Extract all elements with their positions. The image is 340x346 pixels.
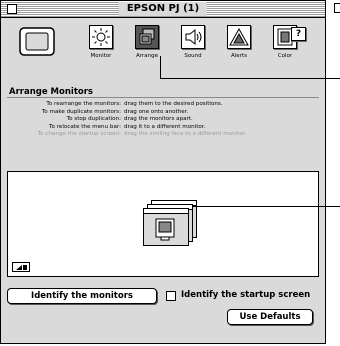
instruction-row-disabled: To change the startup screen: drag the s… bbox=[9, 131, 327, 139]
instruction-label: To rearrange the monitors: bbox=[46, 101, 121, 107]
window-title: EPSON PJ (1) bbox=[118, 2, 208, 16]
identify-monitors-button[interactable]: Identify the monitors bbox=[7, 288, 157, 304]
tool-monitor[interactable]: Monitor bbox=[81, 23, 121, 75]
control-panel-window: EPSON PJ (1) Monitor Arrange Sound Alert… bbox=[0, 0, 326, 344]
monitor-glyph-icon bbox=[155, 218, 175, 241]
instruction-row: To make duplicate monitors: drag one ont… bbox=[9, 109, 327, 117]
instruction-label: To stop duplication: bbox=[66, 116, 121, 122]
instruction-row: To stop duplication: drag the monitors a… bbox=[9, 116, 327, 124]
group-divider bbox=[7, 97, 319, 98]
tool-arrange-label: Arrange bbox=[136, 53, 158, 59]
alert-triangle-icon bbox=[227, 25, 251, 49]
callout-line-arrange-vertical bbox=[160, 56, 161, 78]
monitor-large-icon bbox=[19, 27, 55, 57]
zoom-box[interactable] bbox=[334, 3, 340, 13]
identify-startup-checkbox[interactable] bbox=[166, 291, 176, 301]
group-title: Arrange Monitors bbox=[9, 87, 93, 97]
monitor-arrangement-area[interactable] bbox=[7, 171, 319, 277]
help-button[interactable]: ? bbox=[291, 27, 306, 41]
instruction-text: drag it to a different monitor. bbox=[124, 123, 206, 130]
instruction-row: To rearrange the monitors: drag them to … bbox=[9, 101, 327, 109]
use-defaults-button[interactable]: Use Defaults bbox=[227, 309, 313, 325]
tool-arrange[interactable]: Arrange bbox=[127, 23, 167, 75]
identify-startup-label: Identify the startup screen bbox=[181, 290, 311, 300]
tool-sound[interactable]: Sound bbox=[173, 23, 213, 75]
instruction-text: drag the smiling face to a different mon… bbox=[124, 131, 247, 137]
menu-bar-handle[interactable] bbox=[12, 262, 30, 272]
tool-alerts-label: Alerts bbox=[231, 53, 247, 59]
instruction-label: To change the startup screen: bbox=[37, 131, 121, 137]
instruction-row: To relocate the menu bar: drag it to a d… bbox=[9, 124, 327, 132]
instruction-text: drag the monitors apart. bbox=[124, 116, 193, 122]
instruction-label: To make duplicate monitors: bbox=[41, 108, 121, 115]
arrange-icon bbox=[135, 25, 159, 49]
speaker-icon bbox=[181, 25, 205, 49]
tool-alerts[interactable]: Alerts bbox=[219, 23, 259, 75]
tool-sound-label: Sound bbox=[184, 53, 202, 59]
instructions: To rearrange the monitors: drag them to … bbox=[9, 101, 327, 139]
tool-monitor-label: Monitor bbox=[90, 53, 112, 59]
instruction-label: To relocate the menu bar: bbox=[49, 123, 121, 130]
monitor-thumbnail[interactable] bbox=[143, 208, 189, 246]
sun-icon bbox=[89, 25, 113, 49]
instruction-text: drag one onto another. bbox=[124, 108, 189, 115]
callout-line-arrange bbox=[160, 78, 340, 79]
tool-color-label: Color bbox=[277, 53, 293, 59]
instruction-text: drag them to the desired positions. bbox=[124, 101, 223, 107]
callout-line-monitor bbox=[192, 206, 340, 207]
close-box[interactable] bbox=[7, 4, 17, 14]
title-bar[interactable]: EPSON PJ (1) bbox=[1, 1, 325, 18]
